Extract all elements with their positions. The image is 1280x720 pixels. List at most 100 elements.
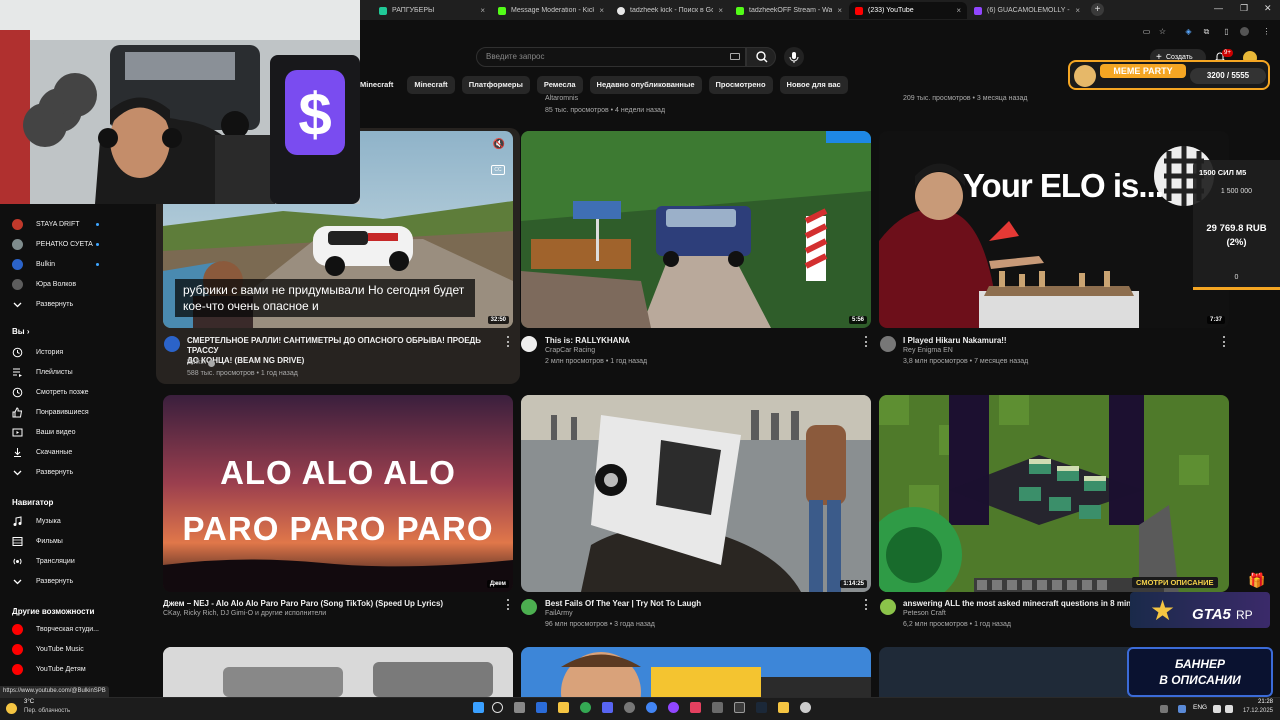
steam-icon[interactable]: [756, 702, 767, 713]
install-app-icon[interactable]: ▭: [1142, 27, 1151, 36]
sidebar-item-your-videos[interactable]: Ваши видео: [0, 423, 150, 441]
search-input[interactable]: Введите запрос: [476, 47, 746, 67]
maximize-button[interactable]: ❐: [1240, 3, 1248, 14]
video-thumbnail[interactable]: 1:14:25: [521, 395, 871, 592]
sidebar-item-history[interactable]: История: [0, 343, 150, 361]
more-actions-icon[interactable]: [865, 336, 868, 347]
tab-kick-stream[interactable]: tadzheekOFF Stream - Watch L ×: [730, 2, 848, 19]
taskbar-search-icon[interactable]: [492, 702, 503, 713]
tab-close-icon[interactable]: ×: [599, 6, 604, 15]
keyboard-icon[interactable]: [730, 53, 740, 60]
tab-close-icon[interactable]: ×: [718, 6, 723, 15]
minimize-button[interactable]: —: [1214, 3, 1223, 13]
tab-close-icon[interactable]: ×: [837, 6, 842, 15]
video-channel[interactable]: Altaromnis: [545, 95, 578, 102]
app-icon[interactable]: [712, 702, 723, 713]
tab-close-icon[interactable]: ×: [956, 6, 961, 15]
sidebar-expand-you[interactable]: Развернуть: [0, 463, 150, 481]
sidebar-item-youtube-music[interactable]: YouTube Music: [0, 640, 150, 658]
sidebar-item-live[interactable]: Трансляции: [0, 552, 150, 570]
chip-new-to-you[interactable]: Новое для вас: [779, 76, 848, 94]
app-icon[interactable]: [778, 702, 789, 713]
tab-google-search[interactable]: tadzheek kick - Поиск в Google ×: [611, 2, 729, 19]
keyboard-language[interactable]: ENG: [1193, 704, 1207, 711]
channel-avatar[interactable]: [880, 599, 896, 615]
more-actions-icon[interactable]: [507, 599, 510, 610]
tab-close-icon[interactable]: ×: [1075, 6, 1080, 15]
tab-youtube[interactable]: (233) YouTube ×: [849, 2, 967, 19]
chip-platformers[interactable]: Платформеры: [461, 76, 530, 94]
app-icon[interactable]: [690, 702, 701, 713]
video-thumbnail-partial[interactable]: [163, 647, 513, 697]
weather-temp[interactable]: 3°C: [24, 699, 34, 705]
tab-twitch[interactable]: (6) GUACAMOLEMOLLY - Twitch ×: [968, 2, 1086, 19]
voice-search-button[interactable]: [784, 47, 804, 67]
video-channel[interactable]: Peteson Craft: [903, 610, 946, 617]
sidebar-item-playlists[interactable]: Плейлисты: [0, 363, 150, 381]
widgets-icon[interactable]: [536, 702, 547, 713]
channel-avatar[interactable]: [521, 336, 537, 352]
video-channel[interactable]: Rey Enigma EN: [903, 347, 953, 354]
tab-kick-moderation[interactable]: Message Moderation - Kick Da ×: [492, 2, 610, 19]
close-window-button[interactable]: ✕: [1264, 3, 1272, 14]
sidebar-you-heading[interactable]: Вы ›: [12, 327, 30, 336]
more-actions-icon[interactable]: [1223, 336, 1226, 347]
video-artists[interactable]: CKay, Ricky Rich, DJ Gimi-O и другие исп…: [163, 610, 326, 617]
more-actions-icon[interactable]: [507, 336, 510, 347]
more-actions-icon[interactable]: [865, 599, 868, 610]
clock-time[interactable]: 21:28: [1243, 699, 1273, 705]
sidebar-item-movies[interactable]: Фильмы: [0, 532, 150, 550]
extension-icon[interactable]: ◈: [1184, 27, 1193, 36]
chip-watched[interactable]: Просмотрено: [708, 76, 773, 94]
video-thumbnail[interactable]: [879, 395, 1229, 592]
discord-icon[interactable]: [602, 702, 613, 713]
chip-minecraft[interactable]: Minecraft: [356, 76, 400, 94]
new-tab-button[interactable]: +: [1091, 3, 1104, 16]
channel-avatar[interactable]: [164, 336, 180, 352]
sidebar-item-liked[interactable]: Понравившиеся: [0, 403, 150, 421]
sidebar-sub-bulkin[interactable]: Bulkin: [0, 255, 150, 273]
task-view-icon[interactable]: [514, 702, 525, 713]
sidebar-sub-yura-volkov[interactable]: Юра Волков: [0, 275, 150, 293]
chip-crafts[interactable]: Ремесла: [536, 76, 583, 94]
sidebar-expand-navigator[interactable]: Развернуть: [0, 572, 150, 590]
channel-avatar[interactable]: [521, 599, 537, 615]
video-title[interactable]: Джем – NEJ - Alo Alo Alo Paro Paro Paro …: [163, 599, 503, 609]
sidebar-item-youtube-kids[interactable]: YouTube Детям: [0, 660, 150, 678]
mute-icon[interactable]: 🔇: [493, 139, 505, 150]
tray-app-icon[interactable]: [1178, 705, 1186, 713]
volume-icon[interactable]: [1225, 705, 1233, 713]
sidebar-sub-renatko[interactable]: РЕНАТКО СУЕТА: [0, 235, 150, 253]
windows-start-icon[interactable]: [473, 702, 484, 713]
video-thumbnail[interactable]: ALO ALO ALO PARO PARO PARO Джем: [163, 395, 513, 592]
chip-minecraft-2[interactable]: Minecraft: [407, 76, 455, 94]
video-thumbnail-partial[interactable]: [521, 647, 871, 697]
video-title[interactable]: answering ALL the most asked minecraft q…: [903, 599, 1143, 609]
video-thumbnail[interactable]: 5:56: [521, 131, 871, 328]
video-channel[interactable]: Bulkin: [187, 359, 206, 366]
closed-captions-icon[interactable]: CC: [491, 165, 505, 175]
sidebar-item-studio[interactable]: Творческая студи...: [0, 620, 150, 638]
video-title[interactable]: СМЕРТЕЛЬНОЕ РАЛЛИ! САНТИМЕТРЫ ДО ОПАСНОГ…: [187, 336, 507, 366]
video-title[interactable]: I Played Hikaru Nakamura!!: [903, 336, 1213, 346]
video-thumbnail[interactable]: Your ELO is... 7:37: [879, 131, 1229, 328]
video-channel[interactable]: FailArmy: [545, 610, 573, 617]
video-title[interactable]: This is: RALLYKHANA: [545, 336, 855, 346]
tray-overflow-icon[interactable]: [1160, 705, 1168, 713]
video-title[interactable]: Best Fails Of The Year | Try Not To Laug…: [545, 599, 855, 609]
search-button[interactable]: [746, 47, 776, 67]
tab-close-icon[interactable]: ×: [480, 6, 485, 15]
tab-rapgubery[interactable]: РАПГУБЕРЫ ×: [373, 2, 491, 19]
profile-avatar[interactable]: [1240, 27, 1249, 36]
sidebar-item-music[interactable]: Музыка: [0, 512, 150, 530]
sidebar-sub-staya-drift[interactable]: STAYA DRIFT: [0, 215, 150, 233]
sidebar-expand-subscriptions[interactable]: Развернуть: [0, 295, 150, 313]
video-channel[interactable]: CrapCar Racing: [545, 347, 595, 354]
settings-gear-icon[interactable]: [800, 702, 811, 713]
browser-menu-icon[interactable]: ⋮: [1262, 27, 1271, 36]
sidebar-item-downloads[interactable]: Скачанные: [0, 443, 150, 461]
file-explorer-icon[interactable]: [558, 702, 569, 713]
chip-recently-uploaded[interactable]: Недавно опубликованные: [589, 76, 702, 94]
sidebar-item-watch-later[interactable]: Смотреть позже: [0, 383, 150, 401]
channel-avatar[interactable]: [880, 336, 896, 352]
